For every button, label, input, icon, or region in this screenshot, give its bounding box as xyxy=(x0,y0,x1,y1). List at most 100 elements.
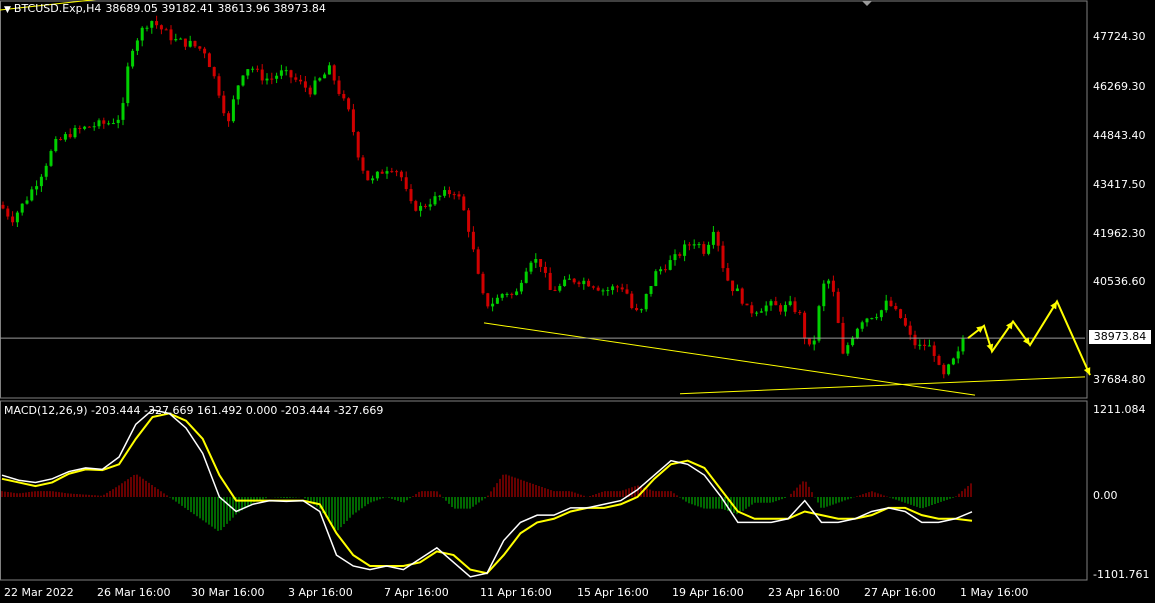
candle-body xyxy=(649,286,653,294)
candle-body xyxy=(615,286,619,288)
candle-body xyxy=(831,280,835,292)
ohlc-values: 38689.05 39182.41 38613.96 38973.84 xyxy=(105,2,326,15)
candle-body xyxy=(932,345,936,356)
price-chart[interactable] xyxy=(0,0,1155,603)
candles xyxy=(1,15,965,379)
candle-body xyxy=(342,93,346,99)
candle-body xyxy=(222,95,226,114)
trendline xyxy=(679,376,1086,395)
candle-body xyxy=(836,291,840,323)
candle-body xyxy=(246,69,250,76)
candle-body xyxy=(539,259,543,267)
candle-body xyxy=(116,119,120,124)
candle-body xyxy=(543,266,547,273)
candle-body xyxy=(591,286,595,288)
candle-body xyxy=(510,293,514,295)
candle-body xyxy=(879,310,883,318)
candle-body xyxy=(534,259,538,263)
candle-body xyxy=(783,304,787,312)
candle-body xyxy=(947,364,951,375)
candle-body xyxy=(457,194,461,197)
candle-body xyxy=(433,196,437,205)
candle-body xyxy=(596,287,600,291)
candle-body xyxy=(923,344,927,346)
candle-body xyxy=(140,27,144,41)
candle-body xyxy=(774,301,778,306)
candle-body xyxy=(6,208,10,217)
time-label: 11 Apr 16:00 xyxy=(480,586,552,599)
candle-body xyxy=(313,80,317,95)
candle-body xyxy=(692,244,696,246)
candle-body xyxy=(361,157,365,171)
candle-body xyxy=(707,244,711,254)
candle-body xyxy=(126,66,130,104)
candle-body xyxy=(385,171,389,174)
candle-body xyxy=(270,78,274,80)
candle-body xyxy=(577,282,581,285)
candle-body xyxy=(769,301,773,306)
candle-body xyxy=(611,286,615,291)
candle-body xyxy=(764,305,768,312)
candle-body xyxy=(241,75,245,86)
candle-body xyxy=(452,194,456,196)
candle-body xyxy=(294,77,298,80)
candle-body xyxy=(299,79,303,82)
candle-body xyxy=(582,280,586,285)
candle-body xyxy=(198,46,202,49)
candle-body xyxy=(495,297,499,304)
candle-body xyxy=(548,272,552,290)
candle-body xyxy=(323,74,327,79)
candle-body xyxy=(327,65,331,75)
candle-body xyxy=(779,305,783,312)
candle-body xyxy=(111,123,115,125)
candle-body xyxy=(731,280,735,292)
candle-body xyxy=(563,279,567,286)
candle-body xyxy=(519,282,523,292)
candle-body xyxy=(73,127,77,138)
candle-body xyxy=(87,126,91,128)
candle-body xyxy=(918,344,922,346)
candle-body xyxy=(438,195,442,197)
candle-body xyxy=(755,312,759,314)
candle-body xyxy=(236,85,240,100)
symbol-label: BTCUSD.Exp,H4 xyxy=(13,2,102,15)
candle-body xyxy=(30,189,34,201)
candle-body xyxy=(524,271,528,283)
candle-body xyxy=(860,322,864,329)
macd-tick: 1211.084 xyxy=(1093,403,1146,416)
candle-body xyxy=(279,70,283,76)
candle-body xyxy=(875,317,879,319)
candle-body xyxy=(961,338,965,352)
candle-body xyxy=(193,40,197,47)
candle-body xyxy=(942,364,946,375)
price-tick: 44843.40 xyxy=(1093,129,1146,142)
candle-body xyxy=(846,345,850,354)
time-label: 27 Apr 16:00 xyxy=(864,586,936,599)
candle-body xyxy=(678,254,682,256)
time-label: 15 Apr 16:00 xyxy=(577,586,649,599)
candle-body xyxy=(414,201,418,211)
candle-body xyxy=(380,171,384,174)
time-label: 1 May 16:00 xyxy=(960,586,1029,599)
candle-body xyxy=(903,318,907,326)
candle-body xyxy=(131,50,135,67)
candle-body xyxy=(851,338,855,346)
candle-body xyxy=(476,249,480,274)
candle-body xyxy=(174,39,178,41)
candle-body xyxy=(515,291,519,295)
candle-body xyxy=(654,271,658,287)
macd-line xyxy=(1,408,973,578)
candle-body xyxy=(894,306,898,310)
candle-body xyxy=(889,300,893,307)
candle-body xyxy=(673,254,677,261)
candle-body xyxy=(1,204,5,209)
menu-triangle-icon[interactable]: ▼ xyxy=(4,5,11,15)
candle-body xyxy=(107,123,111,125)
candle-body xyxy=(404,177,408,190)
macd-label: MACD(12,26,9) -203.444 -327.669 161.492 … xyxy=(4,404,384,417)
candle-body xyxy=(20,203,24,213)
candle-body xyxy=(827,280,831,284)
candle-body xyxy=(740,288,744,304)
candle-body xyxy=(145,27,149,29)
candle-body xyxy=(54,138,58,152)
